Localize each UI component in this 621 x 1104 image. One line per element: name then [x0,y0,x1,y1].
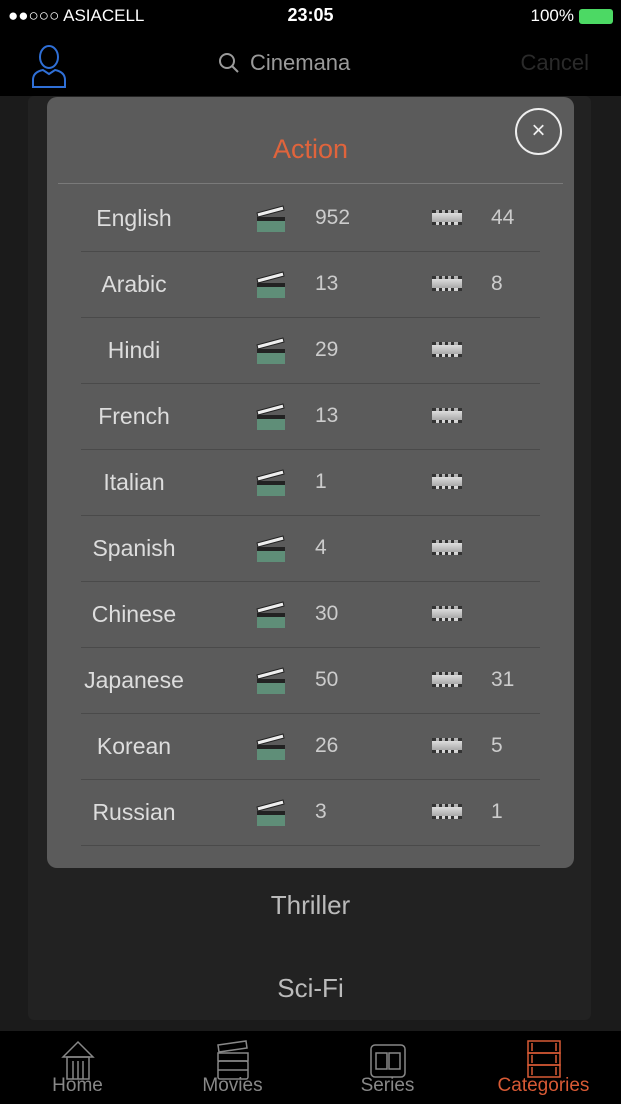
movie-count: 4 [315,536,327,559]
language-label: Hindi [107,337,161,363]
series-count: 31 [491,668,515,691]
language-row[interactable]: Hindi 29 [81,318,540,384]
search-placeholder: Cinemana [250,50,351,75]
modal-title: Action [272,134,349,164]
language-row[interactable]: Russian 3 1 [81,780,540,846]
series-count: 1 [491,800,503,823]
language-row[interactable]: Korean 26 5 [81,714,540,780]
language-label: Arabic [101,271,167,297]
language-label: Chinese [91,601,177,627]
search-field[interactable]: Cinemana [218,50,350,76]
movie-count: 13 [315,272,339,295]
clapperboard-icon [256,733,285,760]
battery-percent: 100% [530,6,574,25]
language-label: Spanish [92,535,176,561]
language-row[interactable]: Spanish 4 [81,516,540,582]
language-label: Italian [103,469,165,495]
movie-count: 50 [315,668,339,691]
category-modal: × Action English 952 44 Arabic 13 8 Hindi … [47,97,574,868]
film-strip-icon [432,738,462,753]
film-strip-icon [432,606,462,621]
clapperboard-icon [256,271,285,298]
clock: 23:05 [287,5,334,25]
clapperboard-icon [256,799,285,826]
series-count: 8 [491,272,503,295]
clapperboard-icon [256,337,285,364]
language-label: Russian [92,799,176,825]
language-label: Korean [96,733,172,759]
language-row[interactable]: Italian 1 [81,450,540,516]
clapperboard-icon [256,535,285,562]
film-strip-icon [432,474,462,489]
film-strip-icon [432,540,462,555]
movie-count: 29 [315,338,339,361]
user-avatar-icon[interactable] [30,42,68,88]
language-row[interactable]: French 13 [81,384,540,450]
language-label: Japanese [84,667,184,693]
battery-icon [579,8,613,24]
movie-count: 13 [315,404,339,427]
film-strip-icon [432,276,462,291]
clapperboard-icon [256,601,285,628]
nav-bar: Cinemana Cancel [0,32,621,96]
cancel-button[interactable]: Cancel [521,50,589,76]
series-count: 44 [491,206,515,229]
status-bar: ●●○○○ ASIACELL 23:05 100% [0,0,621,32]
tab-home[interactable]: Home [0,1031,155,1097]
movie-count: 30 [315,602,339,625]
language-row[interactable]: English 952 44 [81,186,540,252]
film-strip-icon [432,210,462,225]
film-strip-icon [432,342,462,357]
clapperboard-icon [256,205,285,232]
category-thriller[interactable]: Thriller [0,890,621,921]
language-row[interactable]: Arabic 13 8 [81,252,540,318]
language-row[interactable]: Japanese 50 31 [81,648,540,714]
clapperboard-icon [256,403,285,430]
language-label: English [96,205,172,231]
language-row[interactable]: Chinese 30 [81,582,540,648]
series-count: 5 [491,734,503,757]
tab-bar: Home Movies Series Categories [0,1031,621,1104]
tab-movies[interactable]: Movies [155,1031,310,1097]
clapperboard-icon [256,469,285,496]
language-label: French [98,403,170,429]
movie-count: 1 [315,470,327,493]
film-strip-icon [432,672,462,687]
movie-count: 26 [315,734,339,757]
divider [58,183,563,184]
film-strip-icon [432,804,462,819]
film-strip-icon [432,408,462,423]
tab-categories[interactable]: Categories [466,1031,621,1097]
category-scifi[interactable]: Sci-Fi [0,973,621,1004]
movie-count: 3 [315,800,327,823]
clapperboard-icon [256,667,285,694]
search-icon [219,53,239,73]
tab-series[interactable]: Series [310,1031,465,1097]
movie-count: 952 [315,206,351,229]
